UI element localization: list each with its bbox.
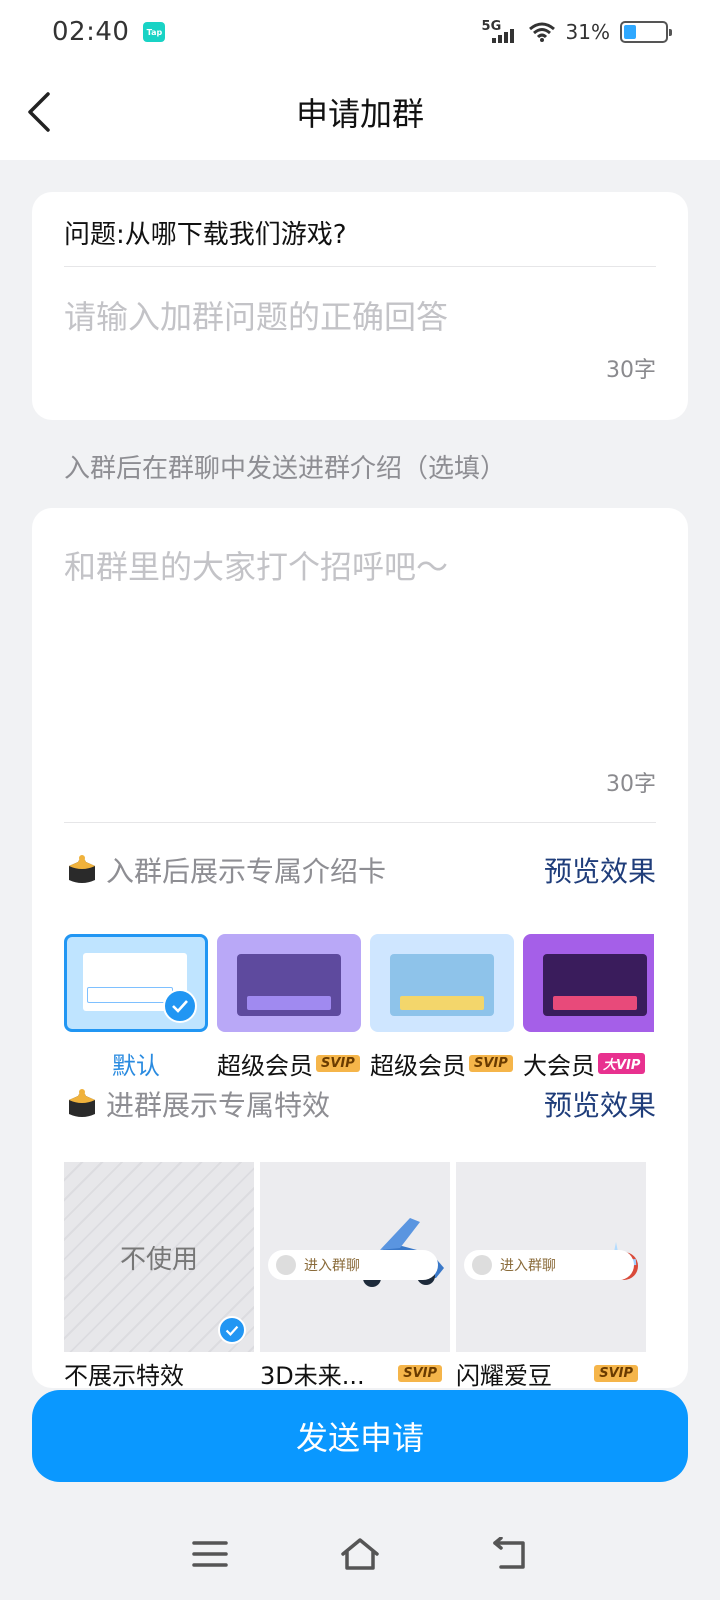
return-icon bbox=[493, 1537, 525, 1569]
bigvip-badge: 大VIP bbox=[598, 1053, 646, 1074]
back-nav-button[interactable] bbox=[485, 1529, 535, 1579]
intro-card: 30字 入群后展示专属介绍卡 预览效果 默认 超级会员 bbox=[32, 508, 688, 1390]
menu-icon bbox=[192, 1541, 228, 1567]
intro-card-section-title: 入群后展示专属介绍卡 bbox=[106, 855, 387, 888]
intro-card-options: 默认 超级会员 SVIP 超级会员 SVIP 大会员 大VIP bbox=[64, 934, 654, 1084]
status-indicators: 5G 31% bbox=[482, 19, 672, 45]
tap-app-icon: Tap bbox=[143, 22, 166, 42]
effect-option-3d[interactable]: 进入群聊 3D未来... SVIP bbox=[260, 1162, 450, 1391]
page-title: 申请加群 bbox=[295, 95, 424, 133]
question-card: 问题:从哪下载我们游戏? 30字 bbox=[32, 192, 688, 420]
option-label-text: 超级会员 bbox=[217, 1052, 313, 1080]
intro-card-thumb bbox=[523, 934, 654, 1032]
intro-char-count: 30字 bbox=[606, 772, 656, 797]
answer-char-count: 30字 bbox=[606, 358, 656, 383]
svip-badge: SVIP bbox=[398, 1365, 442, 1382]
intro-card-section-header: 入群后展示专属介绍卡 预览效果 bbox=[64, 848, 656, 892]
effect-thumb: 进入群聊 bbox=[456, 1162, 646, 1352]
status-bar: 02:40 Tap 5G 31% bbox=[0, 0, 720, 64]
effect-options: 不使用 不展示特效 进入群聊 3D未来... SVIP 进入群聊 闪耀爱豆 SV… bbox=[64, 1162, 654, 1392]
effect-option-label: 3D未来... SVIP bbox=[260, 1356, 450, 1391]
intro-card-option-svip-1[interactable]: 超级会员 SVIP bbox=[217, 934, 361, 1081]
battery-percent: 31% bbox=[565, 20, 610, 44]
effect-thumb: 不使用 bbox=[64, 1162, 254, 1352]
effect-option-label: 不展示特效 bbox=[64, 1362, 184, 1390]
question-text: 问题:从哪下载我们游戏? bbox=[64, 220, 347, 250]
back-button[interactable] bbox=[24, 86, 64, 138]
effect-preview-pill: 进入群聊 bbox=[268, 1250, 438, 1280]
svip-badge: SVIP bbox=[469, 1055, 513, 1072]
effect-option-idol[interactable]: 进入群聊 闪耀爱豆 SVIP bbox=[456, 1162, 646, 1391]
intro-label: 入群后在群聊中发送进群介绍（选填） bbox=[64, 454, 507, 484]
option-label-text: 超级会员 bbox=[370, 1052, 466, 1080]
effect-section-title: 进群展示专属特效 bbox=[106, 1089, 331, 1122]
intro-textarea[interactable] bbox=[64, 542, 654, 742]
chevron-left-icon bbox=[28, 92, 50, 132]
battery-icon bbox=[620, 21, 672, 43]
check-icon bbox=[163, 989, 197, 1023]
signal-icon: 5G bbox=[482, 19, 518, 45]
effect-thumb: 进入群聊 bbox=[260, 1162, 450, 1352]
effect-none-text: 不使用 bbox=[119, 1244, 198, 1275]
intro-card-option-bigvip[interactable]: 大会员 大VIP bbox=[523, 934, 654, 1081]
home-button[interactable] bbox=[335, 1529, 385, 1579]
crown-icon bbox=[69, 855, 95, 883]
effect-preview-pill: 进入群聊 bbox=[464, 1250, 634, 1280]
divider bbox=[64, 822, 656, 823]
intro-card-option-svip-2[interactable]: 超级会员 SVIP bbox=[370, 934, 514, 1081]
intro-card-thumb bbox=[64, 934, 208, 1032]
wifi-icon bbox=[528, 21, 556, 43]
option-label-text: 闪耀爱豆 bbox=[456, 1362, 552, 1390]
intro-card-thumb bbox=[217, 934, 361, 1032]
intro-card-option-label: 超级会员 SVIP bbox=[370, 1046, 514, 1081]
status-time: 02:40 bbox=[52, 17, 130, 47]
pill-text: 进入群聊 bbox=[500, 1258, 556, 1274]
system-nav-bar bbox=[0, 1508, 720, 1600]
effect-preview-link[interactable]: 预览效果 bbox=[544, 1084, 656, 1124]
pill-text: 进入群聊 bbox=[304, 1258, 360, 1274]
intro-card-option-label: 大会员 大VIP bbox=[523, 1046, 654, 1081]
intro-card-option-label: 超级会员 SVIP bbox=[217, 1046, 361, 1081]
send-request-button[interactable]: 发送申请 bbox=[32, 1390, 688, 1482]
effect-option-none[interactable]: 不使用 不展示特效 bbox=[64, 1162, 254, 1391]
home-icon bbox=[341, 1538, 379, 1570]
option-label-text: 3D未来... bbox=[260, 1362, 365, 1390]
effect-section-header: 进群展示专属特效 预览效果 bbox=[64, 1082, 656, 1126]
option-label-text: 大会员 bbox=[523, 1052, 595, 1080]
svip-badge: SVIP bbox=[594, 1365, 638, 1382]
avatar bbox=[472, 1255, 492, 1275]
answer-input[interactable] bbox=[64, 292, 654, 342]
divider bbox=[64, 266, 656, 267]
intro-card-option-default[interactable]: 默认 bbox=[64, 934, 208, 1081]
crown-icon bbox=[69, 1089, 95, 1117]
app-header: 申请加群 bbox=[0, 64, 720, 160]
svip-badge: SVIP bbox=[316, 1055, 360, 1072]
menu-button[interactable] bbox=[185, 1529, 235, 1579]
effect-option-label: 闪耀爱豆 SVIP bbox=[456, 1356, 646, 1391]
avatar bbox=[276, 1255, 296, 1275]
intro-card-option-label: 默认 bbox=[112, 1052, 160, 1080]
intro-card-thumb bbox=[370, 934, 514, 1032]
intro-card-preview-link[interactable]: 预览效果 bbox=[544, 850, 656, 890]
check-icon bbox=[218, 1316, 246, 1344]
